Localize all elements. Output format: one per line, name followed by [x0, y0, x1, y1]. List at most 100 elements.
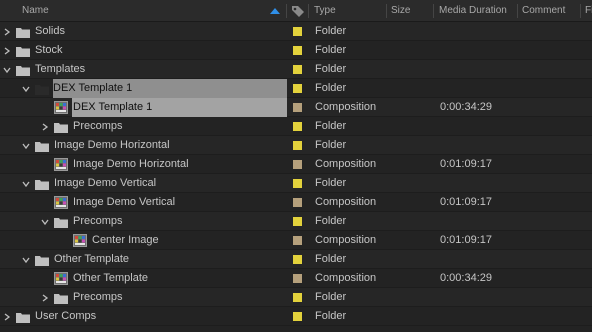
column-divider[interactable] [286, 4, 287, 18]
column-divider[interactable] [386, 4, 387, 18]
item-name: Precomps [73, 215, 123, 227]
label-color-swatch[interactable] [293, 236, 302, 245]
chevron-down-icon[interactable] [2, 60, 12, 79]
type-cell: Folder [315, 25, 347, 37]
name-cell[interactable]: Center Image [0, 231, 287, 250]
label-color-swatch[interactable] [293, 312, 302, 321]
media-duration-cell: 0:01:09:17 [440, 196, 492, 208]
type-cell: Folder [315, 139, 347, 151]
name-cell[interactable]: Precomps [0, 212, 287, 231]
name-cell[interactable]: Stock [0, 41, 287, 60]
column-name[interactable]: Name [22, 0, 267, 21]
label-color-swatch[interactable] [293, 65, 302, 74]
type-cell: Folder [315, 291, 347, 303]
chevron-down-icon[interactable] [21, 79, 31, 98]
chevron-down-icon[interactable] [21, 174, 31, 193]
column-size[interactable]: Size [391, 0, 431, 21]
type-cell: Composition [315, 272, 377, 284]
chevron-down-icon[interactable] [40, 212, 50, 231]
folder-row[interactable]: Precomps Folder [0, 212, 592, 231]
label-color-swatch[interactable] [293, 198, 302, 207]
label-color-swatch[interactable] [293, 27, 302, 36]
project-panel: Name Type Size Media Duration Comment Fi… [0, 0, 592, 332]
name-cell[interactable]: DEX Template 1 [22, 79, 287, 98]
folder-row[interactable]: Image Demo Vertical Folder [0, 174, 592, 193]
name-cell[interactable]: User Comps [0, 307, 287, 326]
column-divider[interactable] [517, 4, 518, 18]
sort-ascending-icon[interactable] [270, 8, 280, 14]
item-name: Image Demo Vertical [54, 177, 157, 189]
folder-row[interactable]: DEX Template 1 Folder [0, 79, 592, 98]
media-duration-cell: 0:00:34:29 [440, 101, 492, 113]
name-cell[interactable]: Image Demo Vertical [0, 193, 287, 212]
type-cell: Composition [315, 234, 377, 246]
type-cell: Folder [315, 44, 347, 56]
name-cell[interactable]: Precomps [0, 288, 287, 307]
label-color-swatch[interactable] [293, 293, 302, 302]
folder-icon [54, 292, 68, 304]
column-type[interactable]: Type [314, 0, 384, 21]
item-name: Stock [35, 44, 63, 56]
type-cell: Composition [315, 196, 377, 208]
name-cell[interactable]: Templates [0, 60, 287, 79]
label-color-swatch[interactable] [293, 179, 302, 188]
item-name: Image Demo Horizontal [54, 139, 170, 151]
folder-row[interactable]: User Comps Folder [0, 307, 592, 326]
folder-row[interactable]: Solids Folder [0, 22, 592, 41]
composition-row[interactable]: Other Template Composition 0:00:34:29 [0, 269, 592, 288]
name-cell[interactable]: Image Demo Horizontal [0, 155, 287, 174]
composition-row[interactable]: DEX Template 1 Composition 0:00:34:29 [0, 98, 592, 117]
chevron-right-icon[interactable] [2, 22, 12, 41]
type-cell: Folder [315, 177, 347, 189]
type-cell: Folder [315, 63, 347, 75]
column-comment[interactable]: Comment [522, 0, 577, 21]
type-cell: Folder [315, 215, 347, 227]
composition-row[interactable]: Image Demo Vertical Composition 0:01:09:17 [0, 193, 592, 212]
name-cell[interactable]: Other Template [0, 269, 287, 288]
label-color-swatch[interactable] [293, 46, 302, 55]
label-color-swatch[interactable] [293, 274, 302, 283]
column-file-path[interactable]: Fi [585, 0, 592, 21]
label-color-swatch[interactable] [293, 141, 302, 150]
composition-icon [54, 101, 68, 114]
chevron-right-icon[interactable] [40, 288, 50, 307]
label-color-swatch[interactable] [293, 122, 302, 131]
composition-row[interactable]: Center Image Composition 0:01:09:17 [0, 231, 592, 250]
type-cell: Composition [315, 101, 377, 113]
name-cell[interactable]: DEX Template 1 [54, 98, 287, 117]
name-cell[interactable]: Image Demo Vertical [0, 174, 287, 193]
folder-row[interactable]: Stock Folder [0, 41, 592, 60]
label-color-swatch[interactable] [293, 255, 302, 264]
chevron-right-icon[interactable] [40, 117, 50, 136]
folder-row[interactable]: Other Template Folder [0, 250, 592, 269]
chevron-right-icon[interactable] [2, 41, 12, 60]
type-cell: Folder [315, 120, 347, 132]
name-cell[interactable]: Precomps [0, 117, 287, 136]
label-color-swatch[interactable] [293, 217, 302, 226]
name-cell[interactable]: Other Template [0, 250, 287, 269]
chevron-down-icon[interactable] [21, 250, 31, 269]
folder-row[interactable]: Precomps Folder [0, 117, 592, 136]
chevron-right-icon[interactable] [2, 307, 12, 326]
folder-row[interactable]: Image Demo Horizontal Folder [0, 136, 592, 155]
label-color-swatch[interactable] [293, 160, 302, 169]
name-cell[interactable]: Solids [0, 22, 287, 41]
item-name: Templates [35, 63, 86, 75]
media-duration-cell: 0:01:09:17 [440, 158, 492, 170]
composition-row[interactable]: Image Demo Horizontal Composition 0:01:09:… [0, 155, 592, 174]
folder-row[interactable]: Precomps Folder [0, 288, 592, 307]
column-divider[interactable] [308, 4, 309, 18]
item-name: Precomps [73, 291, 123, 303]
type-cell: Composition [315, 158, 377, 170]
folder-icon [16, 26, 30, 38]
chevron-down-icon[interactable] [21, 136, 31, 155]
column-divider[interactable] [580, 4, 581, 18]
label-color-swatch[interactable] [293, 103, 302, 112]
name-cell[interactable]: Image Demo Horizontal [0, 136, 287, 155]
column-divider[interactable] [433, 4, 434, 18]
label-color-swatch[interactable] [293, 84, 302, 93]
column-media-duration[interactable]: Media Duration [439, 0, 515, 21]
folder-row[interactable]: Templates Folder [0, 60, 592, 79]
label-tag-icon[interactable] [291, 4, 305, 18]
item-name: DEX Template 1 [73, 101, 153, 113]
